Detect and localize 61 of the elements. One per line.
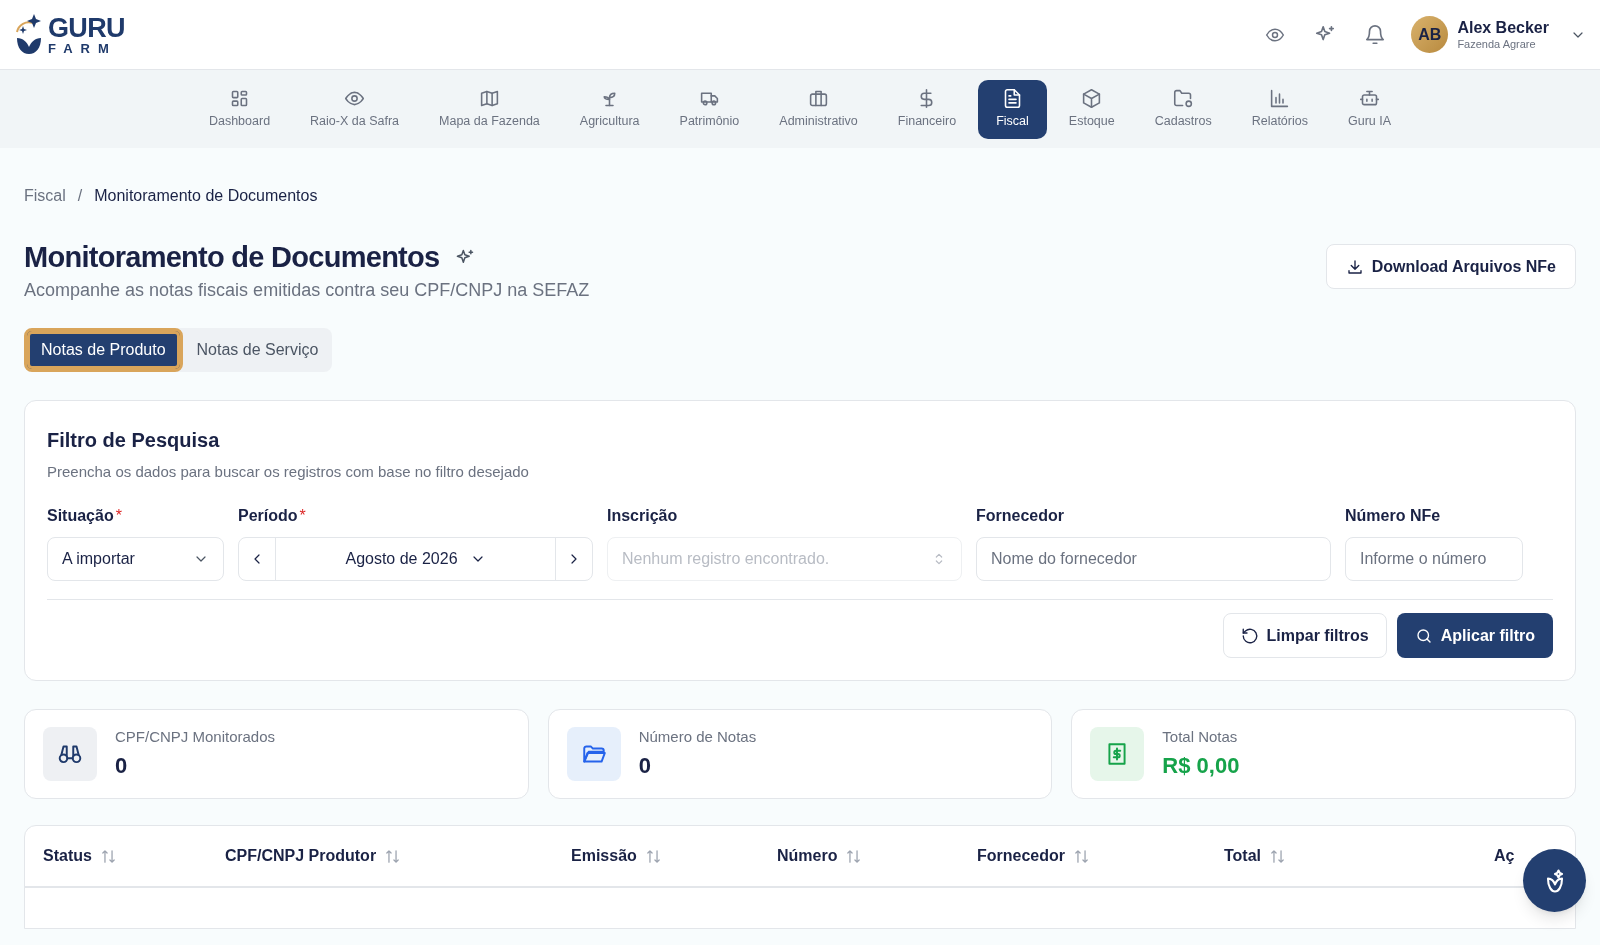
nav-tab[interactable]: Fiscal	[978, 79, 1047, 139]
document-icon	[1002, 87, 1023, 109]
page-subtitle: Acompanhe as notas fiscais emitidas contra seu CPF/CNPJ na SEFAZ	[24, 278, 590, 302]
input-field[interactable]: Nome do fornecedor	[976, 537, 1331, 581]
stat-value: 0	[638, 751, 652, 780]
stat-label: Número de Notas	[638, 727, 757, 748]
bar-chart-icon	[1269, 87, 1291, 109]
nav-tab[interactable]: Financeiro	[879, 79, 975, 139]
column-header[interactable]: Status	[43, 844, 92, 868]
column-header[interactable]: Total	[1224, 844, 1262, 868]
column-header[interactable]: Número	[777, 844, 838, 868]
stat-label: CPF/CNPJ Monitorados	[115, 727, 276, 748]
column-header[interactable]: Fornecedor	[977, 844, 1065, 868]
package-icon	[1081, 87, 1103, 109]
status-select[interactable]: A importar	[47, 537, 224, 581]
breadcrumb-link[interactable]: Fiscal	[24, 184, 66, 208]
breadcrumb-separator: /	[77, 186, 83, 206]
search-icon	[1414, 626, 1433, 645]
filter-description: Preencha os dados para buscar os registros com base no filtro desejado	[47, 461, 530, 482]
column-header[interactable]: Emissão	[571, 844, 637, 868]
required-mark: *	[115, 506, 122, 526]
user-name: Alex Becker	[1457, 17, 1549, 38]
tab[interactable]: Notas de Serviço	[182, 327, 333, 372]
page-title: Monitoramento de Documentos	[24, 240, 440, 275]
required-mark: *	[299, 506, 306, 526]
nav-tab[interactable]: Patrimônio	[661, 79, 758, 139]
column-header: Aç	[1494, 846, 1515, 866]
clear-filters-button[interactable]: Limpar filtros	[1222, 613, 1387, 658]
bell-icon	[1364, 23, 1387, 46]
field-label: Período	[238, 506, 298, 526]
download-button[interactable]: Download Arquivos NFe	[1325, 244, 1576, 289]
logo-title: GURU	[48, 14, 125, 42]
download-icon	[1345, 257, 1364, 276]
farm-name: Fazenda Agrare	[1457, 37, 1536, 52]
apply-filter-button[interactable]: Aplicar filtro	[1396, 613, 1553, 658]
stat-value: 0	[115, 751, 129, 780]
nav-tab[interactable]: Dashboard	[190, 79, 289, 139]
nav-tab[interactable]: Relatórios	[1233, 79, 1326, 139]
avatar: AB	[1411, 16, 1449, 53]
column-header[interactable]: CPF/CNPJ Produtor	[225, 844, 377, 868]
input-field[interactable]: Informe o número	[1345, 537, 1523, 581]
logo-subtitle: FARM	[48, 41, 118, 55]
tab[interactable]: Notas de Produto	[24, 327, 183, 372]
nav-tab[interactable]: Guru IA	[1329, 79, 1410, 139]
field-label: Inscrição	[607, 506, 678, 526]
folder-gear-icon	[1172, 87, 1194, 109]
nav-tab[interactable]: Cadastros	[1136, 79, 1230, 139]
field-label: Número NFe	[1345, 506, 1441, 526]
field-label: Fornecedor	[976, 506, 1064, 526]
reset-icon	[1240, 626, 1259, 645]
nav-tab[interactable]: Agricultura	[561, 79, 658, 139]
logo[interactable]: GURU FARM	[14, 11, 125, 58]
nav-tab[interactable]: Administrativo	[761, 79, 876, 139]
breadcrumb-current: Monitoramento de Documentos	[94, 186, 318, 206]
filter-title: Filtro de Pesquisa	[47, 427, 221, 453]
field-label: Situação	[47, 506, 114, 526]
nav-tab[interactable]: Estoque	[1050, 79, 1133, 139]
stat-value: R$ 0,00	[1162, 751, 1240, 780]
nav-tab[interactable]: Raio-X da Safra	[292, 79, 418, 139]
stat-label: Total Notas	[1162, 727, 1239, 748]
nav-tab[interactable]: Mapa da Fazenda	[421, 79, 558, 139]
